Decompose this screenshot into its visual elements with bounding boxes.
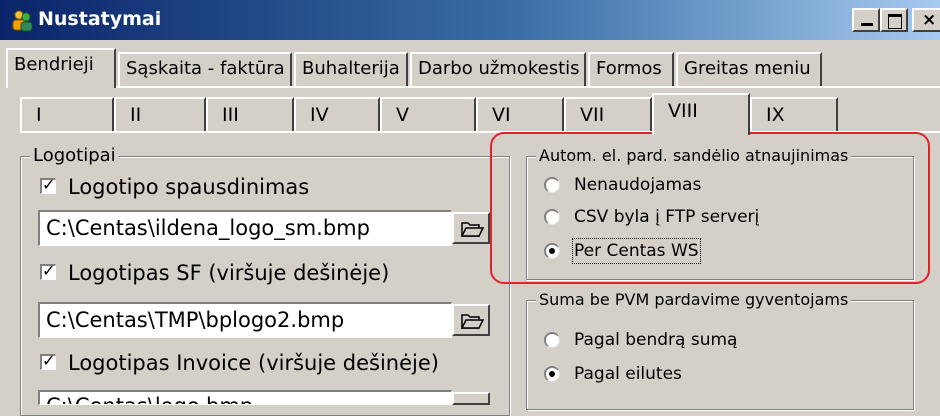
logotipas-invoice-path-input[interactable]: C:\Centas\logo.bmp — [38, 390, 452, 405]
logotipo-spausdinimas-label: Logotipo spausdinimas — [68, 175, 310, 199]
suma-legend: Suma be PVM pardavime gyventojams — [536, 290, 852, 310]
checkmark-icon: ✓ — [42, 175, 56, 194]
radio-pagal-bendra-suma[interactable] — [544, 332, 560, 348]
browse-button-3[interactable] — [452, 392, 490, 405]
browse-button-2[interactable] — [452, 304, 490, 336]
highlight-annotation — [490, 132, 930, 284]
close-icon: × — [922, 10, 937, 30]
subtab-vi[interactable]: VI — [476, 97, 564, 131]
logotipas-sf-checkbox[interactable]: ✓ — [40, 261, 56, 280]
window-title: Nustatymai — [38, 8, 162, 30]
tab-formos[interactable]: Formos — [588, 52, 674, 86]
tab-darbo-uzmokestis[interactable]: Darbo užmokestis — [410, 52, 586, 86]
radio-pagal-eilutes[interactable] — [544, 366, 560, 382]
main-tab-strip-line — [6, 86, 940, 88]
close-button[interactable]: × — [912, 8, 940, 32]
logotipas-sf-label: Logotipas SF (viršuje dešinėje) — [68, 261, 390, 285]
tab-buhalterija[interactable]: Buhalterija — [294, 52, 408, 86]
logotipas-invoice-label: Logotipas Invoice (viršuje dešinėje) — [68, 351, 439, 375]
logotipo-spausdinimas-checkbox[interactable]: ✓ — [40, 175, 56, 194]
pagal-bendra-suma-label: Pagal bendrą sumą — [574, 330, 738, 350]
checkmark-icon: ✓ — [42, 351, 56, 370]
maximize-button[interactable] — [880, 8, 908, 32]
folder-open-icon — [460, 222, 485, 237]
app-people-icon — [12, 10, 33, 32]
subtab-v[interactable]: V — [380, 97, 476, 131]
folder-open-icon — [460, 314, 485, 329]
minimize-button[interactable] — [852, 8, 880, 32]
radio-selected-dot — [549, 371, 555, 377]
tab-greitas-meniu[interactable]: Greitas meniu — [676, 52, 822, 86]
pagal-eilutes-label: Pagal eilutes — [574, 364, 682, 384]
logotipo-path-input[interactable]: C:\Centas\ildena_logo_sm.bmp — [38, 210, 452, 246]
subtab-ix[interactable]: IX — [750, 97, 838, 131]
logotipas-invoice-checkbox[interactable]: ✓ — [40, 351, 56, 370]
tab-bendrieji[interactable]: Bendrieji — [6, 48, 116, 88]
minimize-icon — [861, 23, 873, 26]
logotipas-sf-path-input[interactable]: C:\Centas\TMP\bplogo2.bmp — [38, 302, 452, 338]
subtab-iii[interactable]: III — [206, 97, 294, 131]
tab-saskaita-faktura[interactable]: Sąskaita - faktūra — [118, 52, 292, 86]
subtab-iv[interactable]: IV — [294, 97, 380, 131]
subtab-vii[interactable]: VII — [564, 97, 652, 131]
subtab-ii[interactable]: II — [114, 97, 206, 131]
suma-group — [526, 300, 914, 410]
subtab-viii[interactable]: VIII — [652, 93, 750, 135]
maximize-icon — [888, 14, 902, 29]
checkmark-icon: ✓ — [42, 261, 56, 280]
browse-button-1[interactable] — [452, 212, 490, 244]
logotipai-legend: Logotipai — [30, 146, 119, 166]
subtab-i[interactable]: I — [20, 97, 114, 131]
